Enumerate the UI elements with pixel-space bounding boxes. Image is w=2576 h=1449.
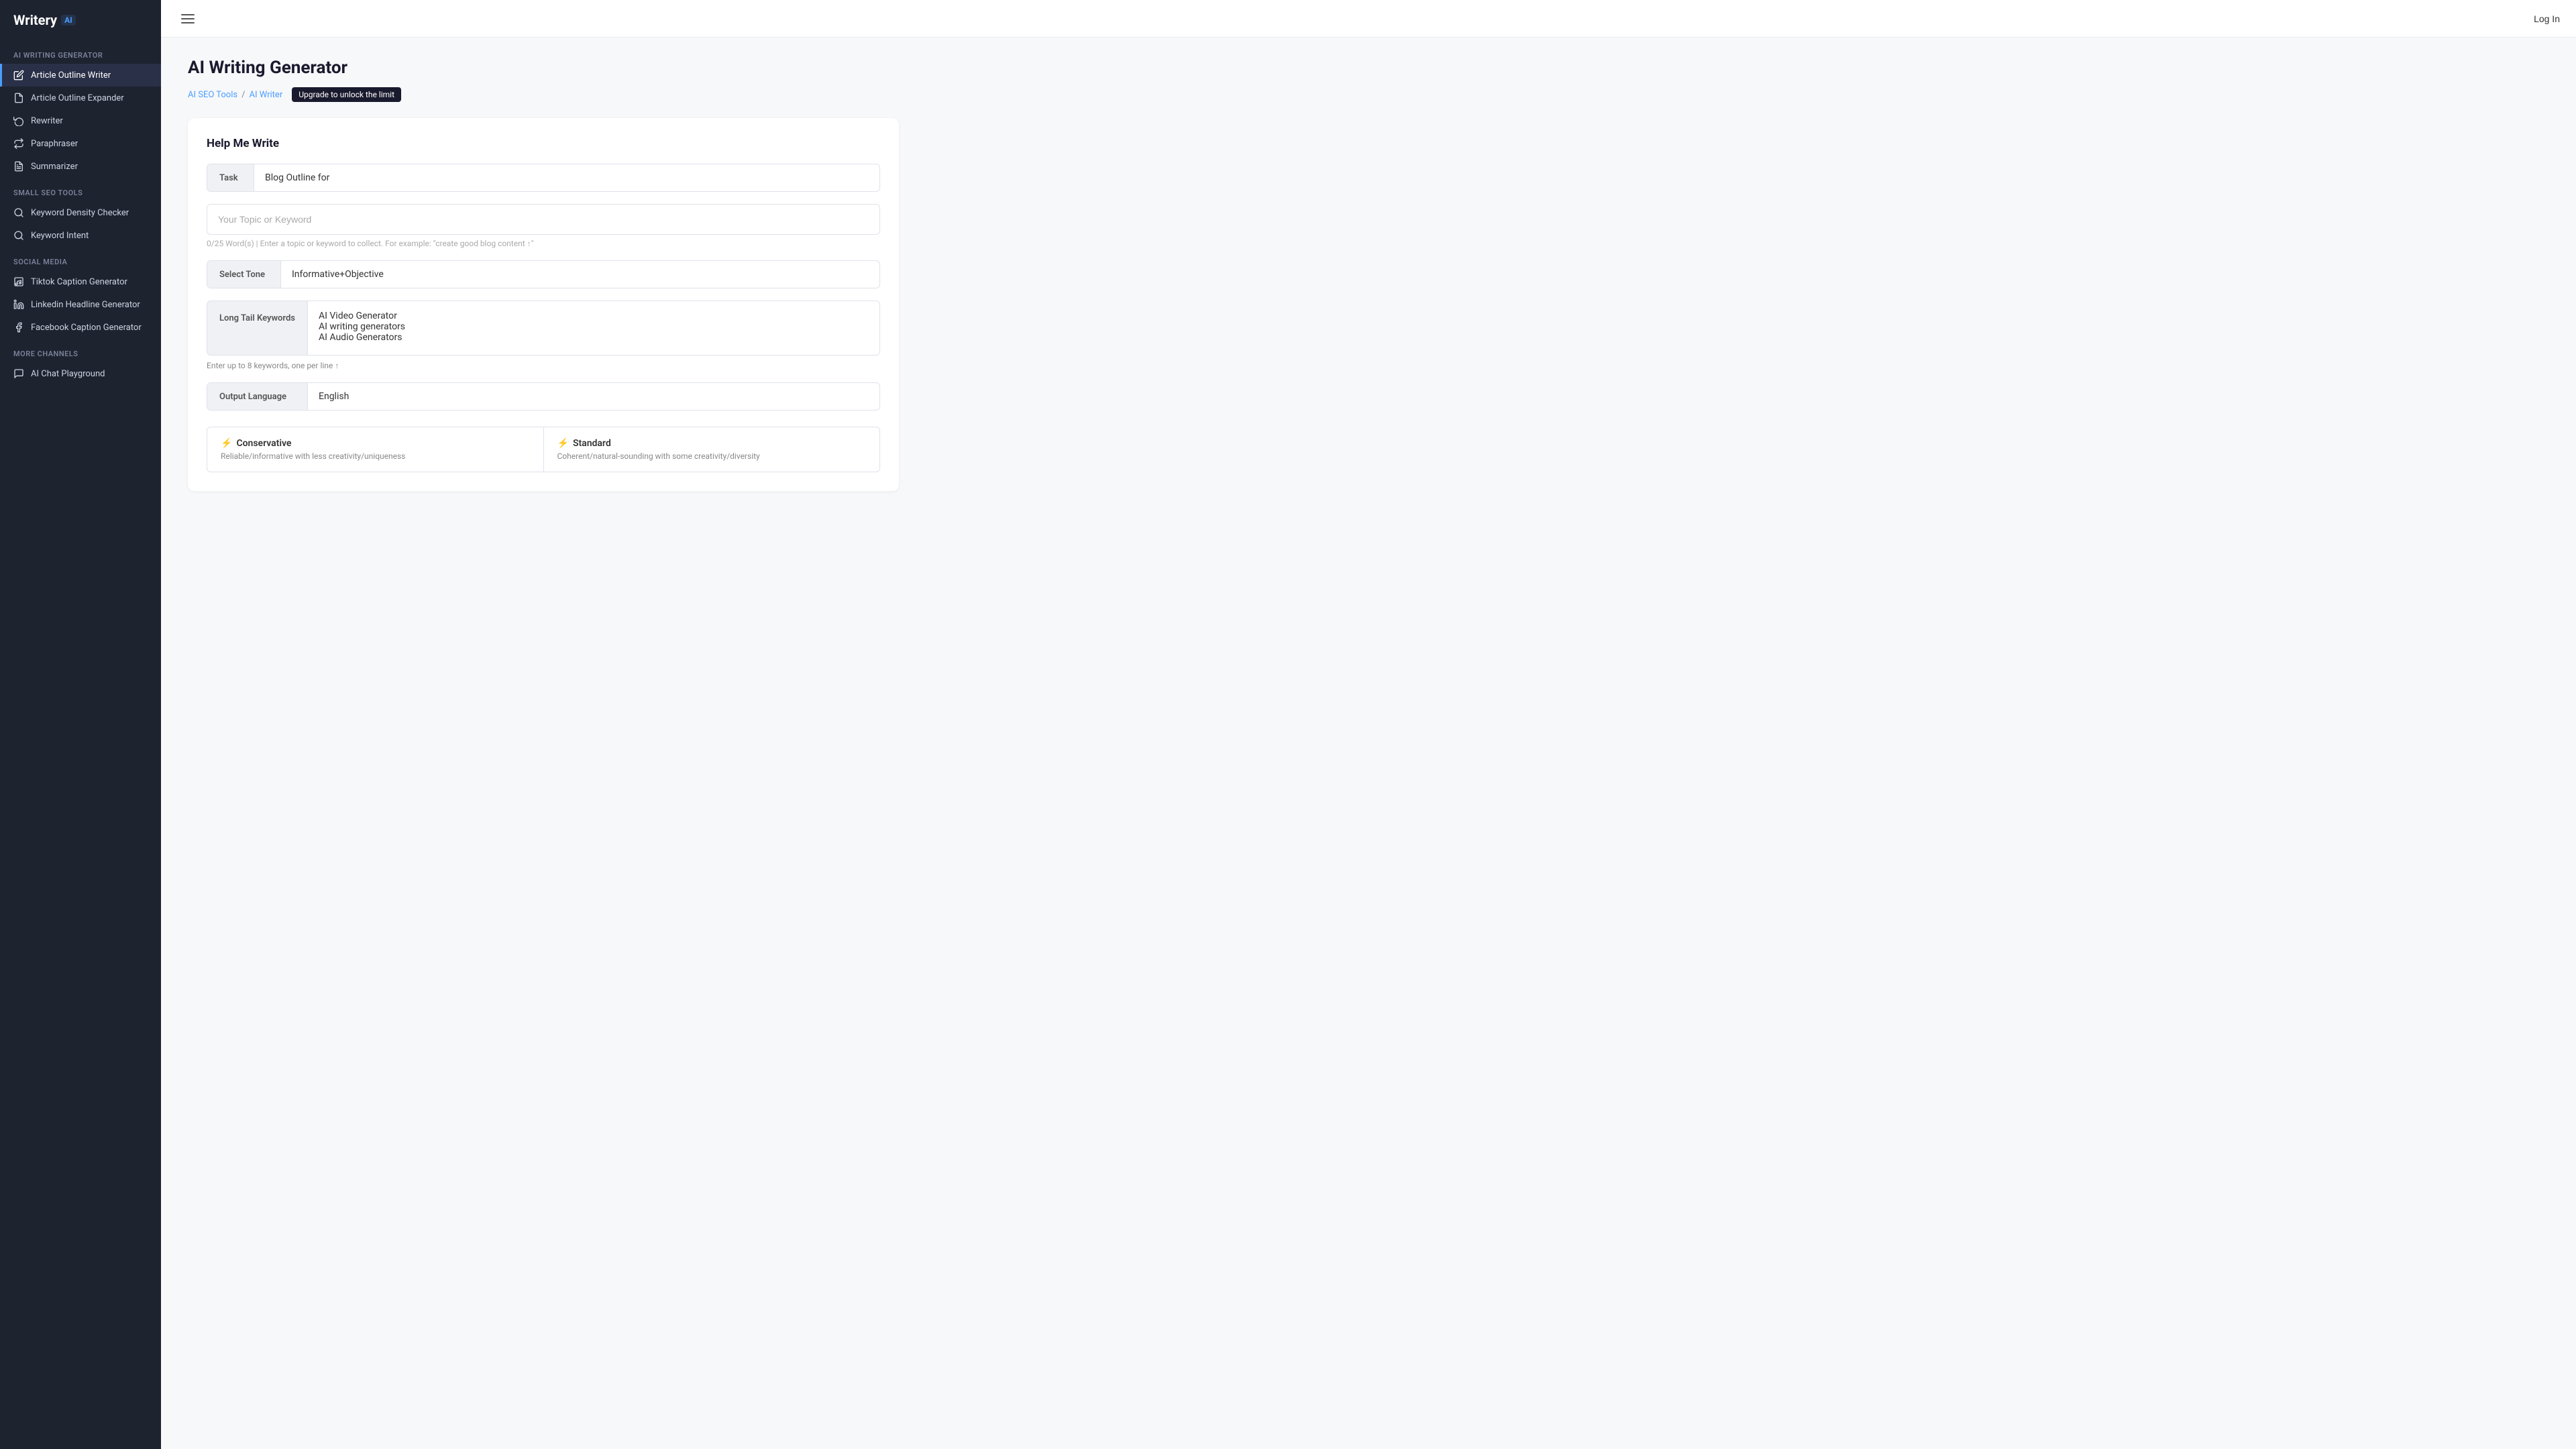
chat-icon [13,368,24,379]
breadcrumb-link-seo-tools[interactable]: AI SEO Tools [188,90,237,100]
creativity-section: ⚡ Conservative Reliable/informative with… [207,427,880,472]
topbar: Log In [161,0,2576,38]
sidebar-item-label: Summarizer [31,162,78,172]
sidebar-item-label: Rewriter [31,116,63,126]
sidebar-item-label: Keyword Density Checker [31,208,129,218]
task-label: Task [207,164,254,191]
topbar-left [177,10,199,28]
sidebar-item-label: AI Chat Playground [31,369,105,379]
creativity-row: ⚡ Conservative Reliable/informative with… [207,427,879,472]
swap-icon [13,138,24,149]
sidebar-section-social: Social Media [0,247,161,270]
creativity-option-standard[interactable]: ⚡ Standard Coherent/natural-sounding wit… [544,427,880,472]
sidebar-item-article-outline-writer[interactable]: Article Outline Writer [0,64,161,87]
sidebar-item-label: Tiktok Caption Generator [31,277,127,287]
topic-input[interactable] [207,204,880,235]
sidebar: Writery AI AI Writing Generator Article … [0,0,161,1449]
sidebar-item-keyword-intent[interactable]: Keyword Intent [0,224,161,247]
creativity-standard-title: ⚡ Standard [557,438,867,449]
sidebar-item-keyword-density-checker[interactable]: Keyword Density Checker [0,201,161,224]
app-name-writery: Writery [13,12,57,28]
creativity-standard-desc: Coherent/natural-sounding with some crea… [557,451,867,461]
sidebar-item-facebook-caption-generator[interactable]: Facebook Caption Generator [0,316,161,339]
word-count-tip: | Enter a topic or keyword to collect. F… [256,239,534,248]
sidebar-item-linkedin-headline-generator[interactable]: Linkedin Headline Generator [0,293,161,316]
output-language-row: Output Language English [207,382,880,411]
sidebar-section-seo: Small SEO Tools [0,178,161,201]
login-button[interactable]: Log In [2534,13,2560,24]
breadcrumb-separator: / [241,90,245,100]
select-tone-value[interactable]: Informative+Objective [281,261,394,288]
creativity-conservative-desc: Reliable/informative with less creativit… [221,451,530,461]
upgrade-badge[interactable]: Upgrade to unlock the limit [292,87,401,102]
sidebar-item-ai-chat-playground[interactable]: AI Chat Playground [0,362,161,385]
output-language-label: Output Language [207,383,308,410]
seo-icon [13,207,24,218]
form-section-title: Help Me Write [207,137,880,150]
task-row: Task Blog Outline for [207,164,880,192]
page-title: AI Writing Generator [188,58,2549,78]
sidebar-section-writing: AI Writing Generator [0,40,161,64]
sidebar-section-more: More Channels [0,339,161,362]
doc-icon [13,161,24,172]
breadcrumb: AI SEO Tools / AI Writer Upgrade to unlo… [188,87,2549,102]
keywords-hint: Enter up to 8 keywords, one per line ↑ [207,361,880,370]
word-count: 0/25 Word(s) [207,239,254,248]
breadcrumb-link-ai-writer[interactable]: AI Writer [249,90,282,100]
app-name-ai: AI [61,15,76,25]
sidebar-item-label: Facebook Caption Generator [31,323,142,333]
sidebar-item-label: Article Outline Expander [31,93,124,103]
content-area: AI Writing Generator AI SEO Tools / AI W… [161,38,2576,1449]
social-icon [13,276,24,287]
file-icon [13,93,24,103]
hamburger-menu[interactable] [177,10,199,28]
output-language-value[interactable]: English [308,383,360,410]
refresh-icon [13,115,24,126]
sidebar-item-label: Keyword Intent [31,231,89,241]
keywords-row: Long Tail Keywords AI Video Generator AI… [207,301,880,356]
topbar-right: Log In [2534,13,2560,24]
app-logo[interactable]: Writery AI [0,0,161,40]
select-tone-label: Select Tone [207,261,281,288]
sidebar-item-paraphraser[interactable]: Paraphraser [0,132,161,155]
social3-icon [13,322,24,333]
conservative-icon: ⚡ [221,438,232,449]
creativity-conservative-title: ⚡ Conservative [221,438,530,449]
select-tone-row: Select Tone Informative+Objective [207,260,880,288]
creativity-option-conservative[interactable]: ⚡ Conservative Reliable/informative with… [207,427,544,472]
sidebar-item-label: Article Outline Writer [31,70,111,80]
form-card: Help Me Write Task Blog Outline for 0/25… [188,118,899,491]
sidebar-item-tiktok-caption-generator[interactable]: Tiktok Caption Generator [0,270,161,293]
main-area: Log In AI Writing Generator AI SEO Tools… [161,0,2576,1449]
social2-icon [13,299,24,310]
keywords-textarea[interactable]: AI Video Generator AI writing generators… [308,301,879,355]
task-value: Blog Outline for [254,164,340,191]
sidebar-item-summarizer[interactable]: Summarizer [0,155,161,178]
sidebar-item-label: Paraphraser [31,139,78,149]
sidebar-item-label: Linkedin Headline Generator [31,300,140,310]
sidebar-item-rewriter[interactable]: Rewriter [0,109,161,132]
standard-icon: ⚡ [557,438,569,449]
edit-icon [13,70,24,80]
word-count-hint: 0/25 Word(s) | Enter a topic or keyword … [207,239,880,248]
keywords-label: Long Tail Keywords [207,301,308,355]
sidebar-item-article-outline-expander[interactable]: Article Outline Expander [0,87,161,109]
seo2-icon [13,230,24,241]
